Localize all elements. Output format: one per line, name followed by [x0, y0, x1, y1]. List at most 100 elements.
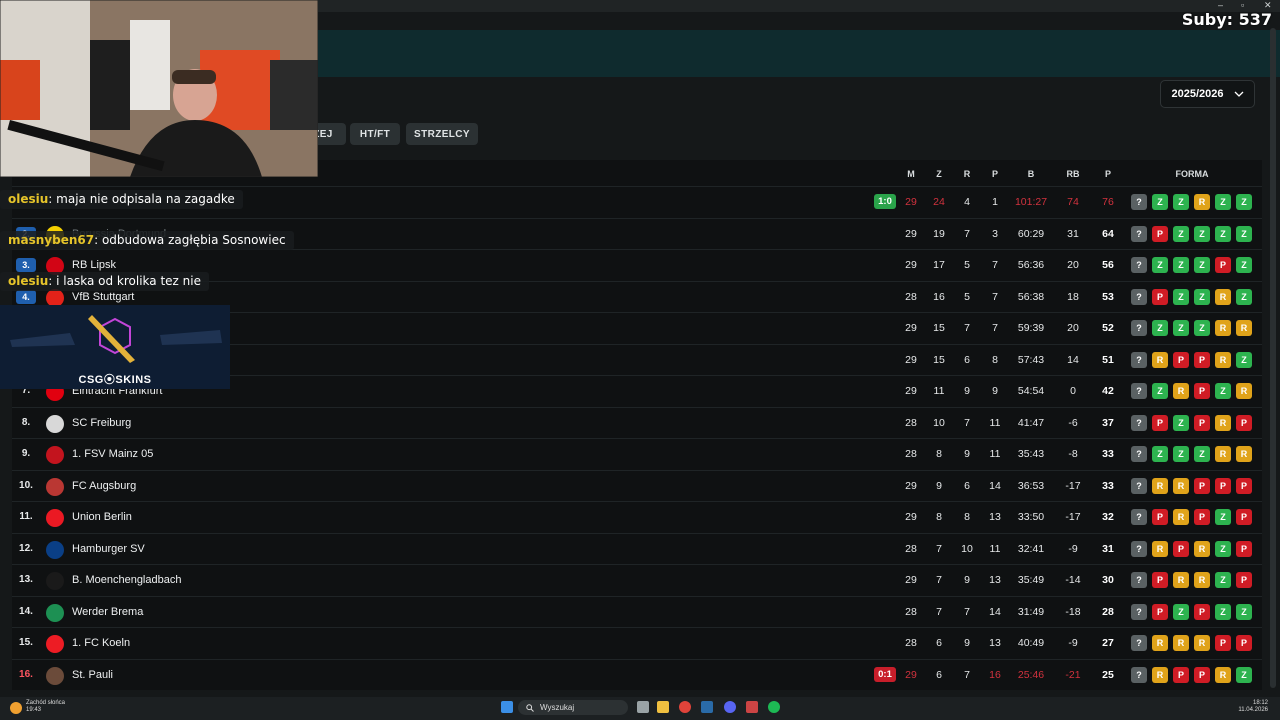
form-result[interactable]: R [1152, 666, 1168, 683]
season-select[interactable]: 2025/2026 [1160, 80, 1255, 108]
team-name[interactable]: B. Moenchengladbach [72, 574, 181, 586]
form-result[interactable]: ? [1131, 540, 1147, 557]
minimize-icon[interactable]: – [1218, 0, 1223, 10]
tab-htft[interactable]: HT/FT [350, 123, 400, 145]
form-result[interactable]: P [1215, 477, 1231, 494]
team-name[interactable]: FC Augsburg [72, 480, 136, 492]
taskbar-clock[interactable]: 18:12 11.04.2026 [1238, 700, 1268, 714]
form-result[interactable]: R [1236, 446, 1252, 462]
form-result[interactable]: ? [1131, 194, 1147, 210]
form-result[interactable]: ? [1131, 509, 1147, 525]
form-result[interactable]: ? [1131, 477, 1147, 494]
form-result[interactable]: Z [1173, 225, 1189, 242]
form-result[interactable]: P [1194, 477, 1210, 494]
form-result[interactable]: Z [1236, 666, 1252, 683]
form-result[interactable]: R [1173, 572, 1189, 588]
form-result[interactable]: Z [1236, 288, 1252, 305]
form-result[interactable]: Z [1236, 603, 1252, 620]
table-row[interactable]: 9. 1. FSV Mainz 05 28 8 9 11 35:43 -8 33? Z Z Z R R [12, 438, 1262, 470]
form-result[interactable]: P [1194, 603, 1210, 620]
form-result[interactable]: Z [1236, 225, 1252, 242]
start-icon[interactable] [501, 701, 513, 713]
form-result[interactable]: P [1236, 635, 1252, 651]
maximize-icon[interactable]: ▫ [1241, 0, 1244, 10]
form-result[interactable]: R [1173, 509, 1189, 525]
form-result[interactable]: Z [1194, 225, 1210, 242]
col-draws[interactable]: R [964, 169, 971, 179]
table-row[interactable]: 12. Hamburger SV 28 7 10 11 32:41 -9 31? R P R Z P [12, 532, 1262, 565]
form-result[interactable]: P [1236, 414, 1252, 431]
form-result[interactable]: Z [1215, 194, 1231, 210]
table-row[interactable]: 11. Union Berlin 29 8 8 13 33:50 -17 32? P R P Z P [12, 501, 1262, 533]
form-result[interactable]: P [1152, 603, 1168, 620]
form-result[interactable]: R [1236, 320, 1252, 336]
team-name[interactable]: VfB Stuttgart [72, 291, 134, 303]
form-result[interactable]: R [1215, 288, 1231, 305]
team-name[interactable]: Hamburger SV [72, 543, 145, 555]
page-scrollbar[interactable] [1270, 28, 1276, 688]
form-result[interactable]: P [1173, 351, 1189, 368]
form-result[interactable]: P [1194, 509, 1210, 525]
form-result[interactable]: P [1236, 509, 1252, 525]
form-result[interactable]: R [1215, 666, 1231, 683]
form-result[interactable]: R [1215, 446, 1231, 462]
tab-scorers[interactable]: STRZELCY [406, 123, 478, 145]
form-result[interactable]: R [1194, 572, 1210, 588]
form-result[interactable]: ? [1131, 320, 1147, 336]
table-row[interactable]: 15. 1. FC Koeln 28 6 9 13 40:49 -9 27? R R R P P [12, 627, 1262, 659]
form-result[interactable]: Z [1152, 320, 1168, 336]
steam-icon[interactable] [701, 701, 713, 713]
form-result[interactable]: P [1194, 414, 1210, 431]
form-result[interactable]: Z [1215, 572, 1231, 588]
discord-icon[interactable] [724, 701, 736, 713]
form-result[interactable]: R [1215, 351, 1231, 368]
form-result[interactable]: Z [1194, 257, 1210, 273]
form-result[interactable]: Z [1236, 194, 1252, 210]
form-result[interactable]: ? [1131, 225, 1147, 242]
form-result[interactable]: Z [1215, 383, 1231, 399]
form-result[interactable]: ? [1131, 414, 1147, 431]
weather-icon[interactable] [10, 702, 22, 714]
close-icon[interactable]: ✕ [1264, 0, 1272, 10]
form-result[interactable]: ? [1131, 603, 1147, 620]
team-name[interactable]: SC Freiburg [72, 417, 131, 429]
form-result[interactable]: Z [1215, 603, 1231, 620]
table-row[interactable]: 10. FC Augsburg 29 9 6 14 36:53 -17 33? R R P P P [12, 469, 1262, 502]
form-result[interactable]: P [1215, 257, 1231, 273]
form-result[interactable]: P [1236, 477, 1252, 494]
form-result[interactable]: ? [1131, 288, 1147, 305]
col-wins[interactable]: Z [936, 169, 942, 179]
team-name[interactable]: 1. FC Koeln [72, 637, 130, 649]
form-result[interactable]: P [1173, 666, 1189, 683]
form-result[interactable]: ? [1131, 383, 1147, 399]
form-result[interactable]: R [1194, 540, 1210, 557]
form-result[interactable]: P [1194, 351, 1210, 368]
form-result[interactable]: R [1194, 635, 1210, 651]
form-result[interactable]: Z [1173, 414, 1189, 431]
form-result[interactable]: R [1152, 540, 1168, 557]
form-result[interactable]: Z [1194, 288, 1210, 305]
form-result[interactable]: P [1173, 540, 1189, 557]
form-result[interactable]: P [1194, 383, 1210, 399]
task-view-icon[interactable] [637, 701, 649, 713]
team-name[interactable]: Werder Brema [72, 606, 143, 618]
form-result[interactable]: Z [1152, 194, 1168, 210]
col-points[interactable]: P [1105, 169, 1111, 179]
form-result[interactable]: Z [1194, 320, 1210, 336]
form-result[interactable]: ? [1131, 257, 1147, 273]
form-result[interactable]: Z [1173, 446, 1189, 462]
form-result[interactable]: Z [1236, 351, 1252, 368]
form-result[interactable]: Z [1215, 509, 1231, 525]
team-name[interactable]: St. Pauli [72, 669, 113, 681]
form-result[interactable]: Z [1173, 320, 1189, 336]
form-result[interactable]: R [1236, 383, 1252, 399]
col-goals[interactable]: B [1028, 169, 1035, 179]
form-result[interactable]: P [1152, 572, 1168, 588]
form-result[interactable]: R [1194, 194, 1210, 210]
col-goal-diff[interactable]: RB [1067, 169, 1080, 179]
form-result[interactable]: ? [1131, 666, 1147, 683]
form-result[interactable]: P [1194, 666, 1210, 683]
form-result[interactable]: Z [1215, 225, 1231, 242]
form-result[interactable]: Z [1152, 257, 1168, 273]
form-result[interactable]: P [1152, 414, 1168, 431]
